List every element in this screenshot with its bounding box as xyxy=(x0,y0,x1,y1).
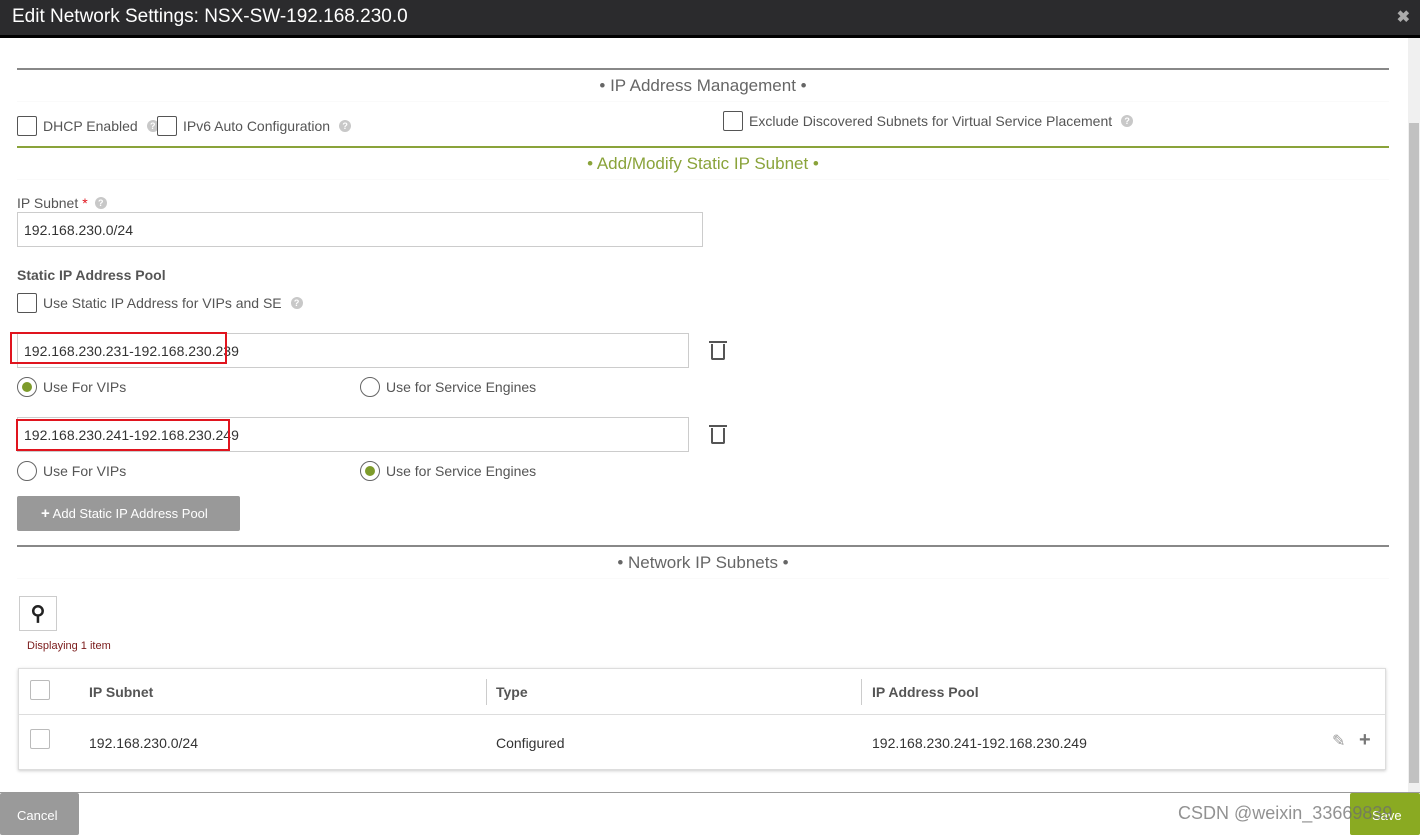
item-count: Displaying 1 item xyxy=(27,640,111,652)
radio-label: Use For VIPs xyxy=(43,379,127,395)
use-static-option[interactable]: Use Static IP Address for VIPs and SE? xyxy=(17,293,303,313)
pool-heading: Static IP Address Pool xyxy=(17,267,166,283)
highlight-box xyxy=(10,332,227,364)
modal-footer: Cancel Save CSDN @weixin_33669839 xyxy=(0,792,1420,835)
cell-type: Configured xyxy=(496,735,565,751)
scrollbar-thumb[interactable] xyxy=(1409,123,1419,783)
section-static-subnet: • Add/Modify Static IP Subnet • xyxy=(17,146,1389,180)
radio-se-2[interactable]: Use for Service Engines xyxy=(360,461,536,481)
radio-button[interactable] xyxy=(17,461,37,481)
radio-vips-1[interactable]: Use For VIPs xyxy=(17,377,126,397)
required-asterisk: * xyxy=(82,195,88,211)
select-all-checkbox[interactable] xyxy=(30,680,50,700)
radio-label: Use For VIPs xyxy=(43,463,127,479)
edit-icon[interactable]: ✎ xyxy=(1332,731,1345,751)
cell-subnet: 192.168.230.0/24 xyxy=(89,735,198,751)
add-static-pool-button[interactable]: + Add Static IP Address Pool xyxy=(17,496,240,531)
scrollbar[interactable] xyxy=(1408,38,1420,793)
search-icon[interactable]: ⚲ xyxy=(19,596,57,631)
radio-button[interactable] xyxy=(17,377,37,397)
plus-icon: + xyxy=(41,505,50,522)
trash-icon[interactable] xyxy=(709,341,727,360)
label-text: IP Subnet xyxy=(17,195,79,211)
radio-se-1[interactable]: Use for Service Engines xyxy=(360,377,536,397)
add-icon[interactable]: + xyxy=(1359,729,1371,752)
ipv6-checkbox[interactable] xyxy=(157,116,177,136)
radio-label: Use for Service Engines xyxy=(386,463,537,479)
divider xyxy=(861,679,862,705)
column-header[interactable]: Type xyxy=(496,684,528,700)
trash-icon[interactable] xyxy=(709,425,727,444)
modal-header: Edit Network Settings: NSX-SW-192.168.23… xyxy=(0,0,1420,38)
radio-button[interactable] xyxy=(360,377,380,397)
use-static-checkbox[interactable] xyxy=(17,293,37,313)
dhcp-label: DHCP Enabled xyxy=(43,118,138,134)
exclude-label: Exclude Discovered Subnets for Virtual S… xyxy=(749,113,1113,129)
exclude-checkbox[interactable] xyxy=(723,111,743,131)
help-icon[interactable]: ? xyxy=(290,297,303,309)
subnets-table: IP Subnet Type IP Address Pool 192.168.2… xyxy=(18,668,1386,770)
cell-pool: 192.168.230.241-192.168.230.249 xyxy=(872,735,1087,751)
column-header[interactable]: IP Address Pool xyxy=(872,684,979,700)
section-ip-address-management: • IP Address Management • xyxy=(17,68,1389,102)
exclude-option[interactable]: Exclude Discovered Subnets for Virtual S… xyxy=(723,111,1134,131)
dhcp-checkbox[interactable] xyxy=(17,116,37,136)
divider xyxy=(19,714,1385,715)
modal-title: Edit Network Settings: NSX-SW-192.168.23… xyxy=(12,6,408,27)
ip-subnet-label: IP Subnet *? xyxy=(17,195,107,211)
help-icon[interactable]: ? xyxy=(1121,115,1134,127)
divider xyxy=(486,679,487,705)
ip-subnet-input[interactable]: 192.168.230.0/24 xyxy=(17,212,703,247)
cancel-button[interactable]: Cancel xyxy=(0,793,79,835)
column-header[interactable]: IP Subnet xyxy=(89,684,153,700)
radio-label: Use for Service Engines xyxy=(386,379,537,395)
use-static-label: Use Static IP Address for VIPs and SE xyxy=(43,295,282,311)
button-label: Add Static IP Address Pool xyxy=(52,506,208,521)
radio-vips-2[interactable]: Use For VIPs xyxy=(17,461,126,481)
ipv6-label: IPv6 Auto Configuration xyxy=(183,118,331,134)
highlight-box xyxy=(16,419,230,451)
section-network-subnets: • Network IP Subnets • xyxy=(17,545,1389,579)
help-icon[interactable]: ? xyxy=(339,120,352,132)
help-icon[interactable]: ? xyxy=(94,197,107,209)
row-checkbox[interactable] xyxy=(30,729,50,749)
watermark: CSDN @weixin_33669839 xyxy=(1178,803,1393,823)
radio-button[interactable] xyxy=(360,461,380,481)
close-icon[interactable]: ✖ xyxy=(1397,7,1410,27)
ipv6-option[interactable]: IPv6 Auto Configuration? xyxy=(157,116,352,136)
dhcp-option[interactable]: DHCP Enabled? xyxy=(17,116,159,136)
